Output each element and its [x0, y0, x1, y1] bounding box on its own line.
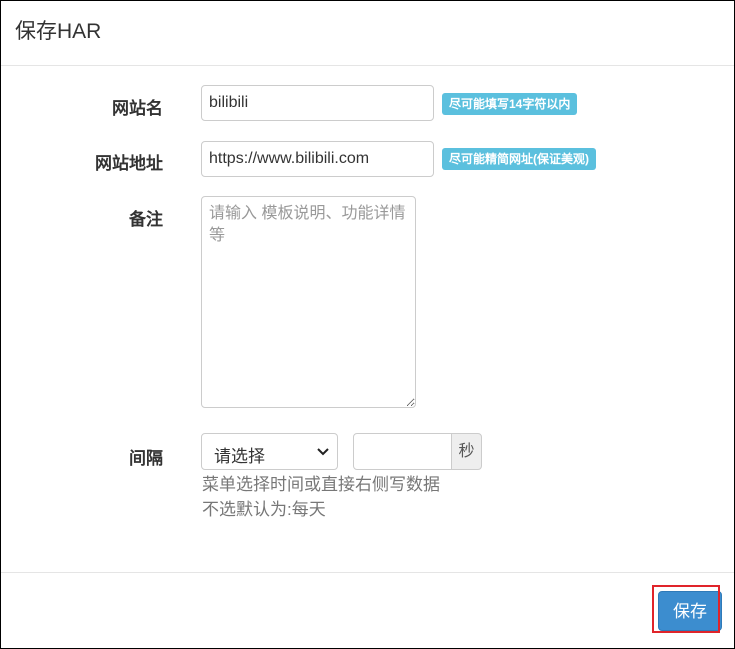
site-name-label: 网站名	[112, 99, 163, 118]
site-url-hint-badge: 尽可能精简网址(保证美观)	[442, 148, 596, 170]
interval-help-line-1: 菜单选择时间或直接右侧写数据	[202, 475, 440, 494]
chevron-down-icon	[317, 448, 329, 456]
interval-select-value: 请选择	[214, 447, 265, 466]
interval-label: 间隔	[129, 449, 163, 468]
remark-label: 备注	[129, 210, 163, 229]
save-button-highlight	[652, 585, 720, 633]
dialog-title: 保存HAR	[15, 20, 102, 43]
seconds-unit-addon: 秒	[451, 433, 482, 470]
site-url-label: 网站地址	[95, 154, 163, 173]
site-url-input[interactable]	[201, 141, 434, 177]
interval-seconds-input[interactable]	[353, 433, 452, 470]
dialog-footer	[1, 572, 734, 649]
interval-select[interactable]: 请选择	[201, 433, 338, 470]
site-name-hint-badge: 尽可能填写14字符以内	[442, 93, 578, 115]
interval-help-line-2: 不选默认为:每天	[202, 500, 326, 519]
dialog-header: 保存HAR	[1, 1, 734, 66]
remark-textarea[interactable]	[201, 196, 416, 408]
site-name-input[interactable]	[201, 85, 434, 121]
save-har-dialog: 保存HAR 网站名 尽可能填写14字符以内 网站地址 尽可能精简网址(保证美观)…	[0, 0, 735, 649]
